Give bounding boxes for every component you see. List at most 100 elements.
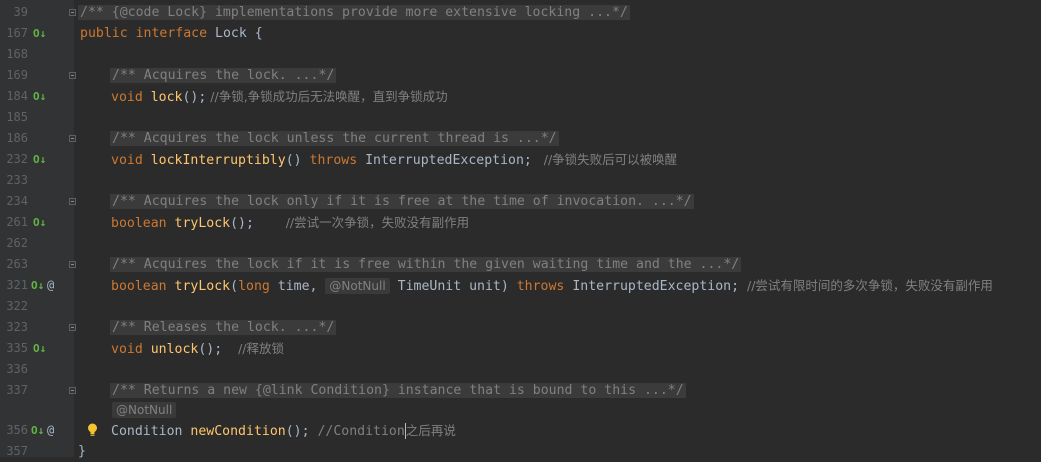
punctuation: ();	[182, 90, 207, 105]
keyword: throws	[309, 153, 358, 168]
code-text[interactable]: /** Acquires the lock. ...*/	[110, 65, 337, 86]
implemented-by-icon[interactable]: O↓	[33, 23, 46, 44]
implemented-by-icon[interactable]: O↓	[31, 420, 44, 441]
implemented-by-icon[interactable]: O↓	[33, 338, 46, 359]
code-text[interactable]: /** Acquires the lock if it is free with…	[110, 254, 742, 275]
fold-icon[interactable]	[69, 261, 76, 268]
folded-javadoc[interactable]: /** Acquires the lock if it is free with…	[110, 257, 742, 272]
code-text[interactable]: /** Returns a new {@link Condition} inst…	[110, 380, 686, 401]
line-number: 39	[13, 5, 28, 19]
code-line[interactable]: 357 }	[0, 441, 1041, 462]
code-text[interactable]: /** Acquires the lock only if it is free…	[110, 191, 694, 212]
folded-javadoc[interactable]: /** {@code Lock} implementations provide…	[78, 5, 630, 20]
fold-icon[interactable]	[69, 72, 76, 79]
code-text[interactable]: void lockInterruptibly() throws Interrup…	[111, 149, 677, 170]
code-text[interactable]: boolean tryLock(); //尝试一次争锁，失败没有副作用	[111, 212, 469, 233]
method-name: tryLock	[174, 216, 231, 231]
code-text[interactable]: boolean tryLock(long time, @NotNull Time…	[111, 275, 993, 296]
code-text[interactable]: }	[78, 441, 86, 462]
line-number: 337	[6, 383, 28, 397]
line-number: 357	[6, 444, 28, 458]
code-line[interactable]: 321 O↓ @ boolean tryLock(long time, @Not…	[0, 275, 1041, 296]
at-icon[interactable]: @	[47, 275, 54, 296]
line-comment: //尝试有限时间的多次争锁，失败没有副作用	[739, 278, 993, 293]
exception-type: InterruptedException;	[564, 279, 740, 294]
line-number: 167	[6, 26, 28, 40]
code-line[interactable]: 335 O↓ void unlock(); //释放锁	[0, 338, 1041, 359]
line-number: 336	[6, 362, 28, 376]
code-text[interactable]: /** Releases the lock. ...*/	[110, 317, 337, 338]
folded-javadoc[interactable]: /** Acquires the lock unless the current…	[110, 131, 559, 146]
keyword: void	[111, 90, 143, 105]
code-line[interactable]: 261 O↓ boolean tryLock(); //尝试一次争锁，失败没有副…	[0, 212, 1041, 233]
keyword: interface	[135, 26, 208, 41]
line-number: 322	[6, 299, 28, 313]
keyword: boolean	[111, 216, 167, 231]
code-line[interactable]: 356 O↓ @ Condition newCondition(); //Con…	[0, 420, 1041, 441]
brace: {	[246, 26, 263, 41]
code-line[interactable]: 322	[0, 296, 1041, 317]
code-line[interactable]: 186 /** Acquires the lock unless the cur…	[0, 128, 1041, 149]
exception-type: InterruptedException;	[357, 153, 532, 168]
implemented-by-icon[interactable]: O↓	[31, 275, 44, 296]
at-icon[interactable]: @	[47, 420, 54, 441]
lightbulb-icon[interactable]	[87, 423, 98, 437]
code-line[interactable]: 169 /** Acquires the lock. ...*/	[0, 65, 1041, 86]
parameter: TimeUnit unit)	[389, 279, 517, 294]
keyword: void	[111, 342, 143, 357]
method-name: lock	[150, 90, 183, 105]
fold-icon[interactable]	[69, 9, 76, 16]
code-line[interactable]: 184 O↓ void lock(); //争锁,争锁成功后无法唤醒，直到争锁成…	[0, 86, 1041, 107]
keyword: throws	[516, 279, 565, 294]
code-text[interactable]: /** Acquires the lock unless the current…	[110, 128, 559, 149]
code-line[interactable]: 323 /** Releases the lock. ...*/	[0, 317, 1041, 338]
fold-icon[interactable]	[69, 387, 76, 394]
fold-icon[interactable]	[69, 324, 76, 331]
implemented-by-icon[interactable]: O↓	[33, 86, 46, 107]
return-type: Condition	[111, 424, 183, 439]
line-comment: //释放锁	[238, 341, 284, 356]
code-text[interactable]: Condition newCondition(); //Condition之后再…	[111, 420, 456, 441]
code-editor[interactable]: 39 /** {@code Lock} implementations prov…	[0, 0, 1041, 459]
punctuation: (	[230, 279, 239, 294]
line-number: 233	[6, 173, 28, 187]
code-text: @NotNull	[112, 401, 177, 419]
code-line[interactable]: 233	[0, 170, 1041, 191]
line-number: 232	[6, 152, 28, 166]
code-line[interactable]: 234 /** Acquires the lock only if it is …	[0, 191, 1041, 212]
code-line[interactable]: 232 O↓ void lockInterruptibly() throws I…	[0, 149, 1041, 170]
keyword: boolean	[111, 279, 167, 294]
inlay-annotation: @NotNull	[325, 278, 390, 294]
fold-icon[interactable]	[69, 198, 76, 205]
code-text[interactable]: public interface Lock {	[80, 23, 263, 44]
code-text[interactable]: void unlock(); //释放锁	[111, 338, 284, 359]
method-name: tryLock	[174, 279, 231, 294]
code-line[interactable]: 262	[0, 233, 1041, 254]
code-line[interactable]: 185	[0, 107, 1041, 128]
keyword: void	[111, 153, 143, 168]
interface-name: Lock	[215, 26, 247, 41]
code-line[interactable]: 336	[0, 359, 1041, 380]
folded-javadoc[interactable]: /** Acquires the lock only if it is free…	[110, 194, 694, 209]
line-number: 335	[6, 341, 28, 355]
code-text[interactable]: void lock(); //争锁,争锁成功后无法唤醒，直到争锁成功	[111, 86, 448, 107]
code-text[interactable]: /** {@code Lock} implementations provide…	[78, 2, 630, 23]
folded-javadoc[interactable]: /** Releases the lock. ...*/	[110, 320, 337, 335]
line-comment: //争锁,争锁成功后无法唤醒，直到争锁成功	[206, 89, 448, 104]
line-comment: 之后再说	[405, 423, 456, 438]
line-number: 168	[6, 47, 28, 61]
code-line[interactable]: 168	[0, 44, 1041, 65]
code-line[interactable]: 337 /** Returns a new {@link Condition} …	[0, 380, 1041, 401]
folded-javadoc[interactable]: /** Returns a new {@link Condition} inst…	[110, 383, 686, 398]
line-number: 234	[6, 194, 28, 208]
fold-icon[interactable]	[69, 135, 76, 142]
line-number: 356	[6, 423, 28, 437]
keyword: public	[80, 26, 128, 41]
folded-javadoc[interactable]: /** Acquires the lock. ...*/	[110, 68, 337, 83]
line-comment: //尝试一次争锁，失败没有副作用	[285, 215, 470, 230]
code-line[interactable]: 39 /** {@code Lock} implementations prov…	[0, 2, 1041, 23]
implemented-by-icon[interactable]: O↓	[33, 149, 46, 170]
code-line[interactable]: 167 O↓ public interface Lock {	[0, 23, 1041, 44]
code-line[interactable]: 263 /** Acquires the lock if it is free …	[0, 254, 1041, 275]
implemented-by-icon[interactable]: O↓	[33, 212, 46, 233]
